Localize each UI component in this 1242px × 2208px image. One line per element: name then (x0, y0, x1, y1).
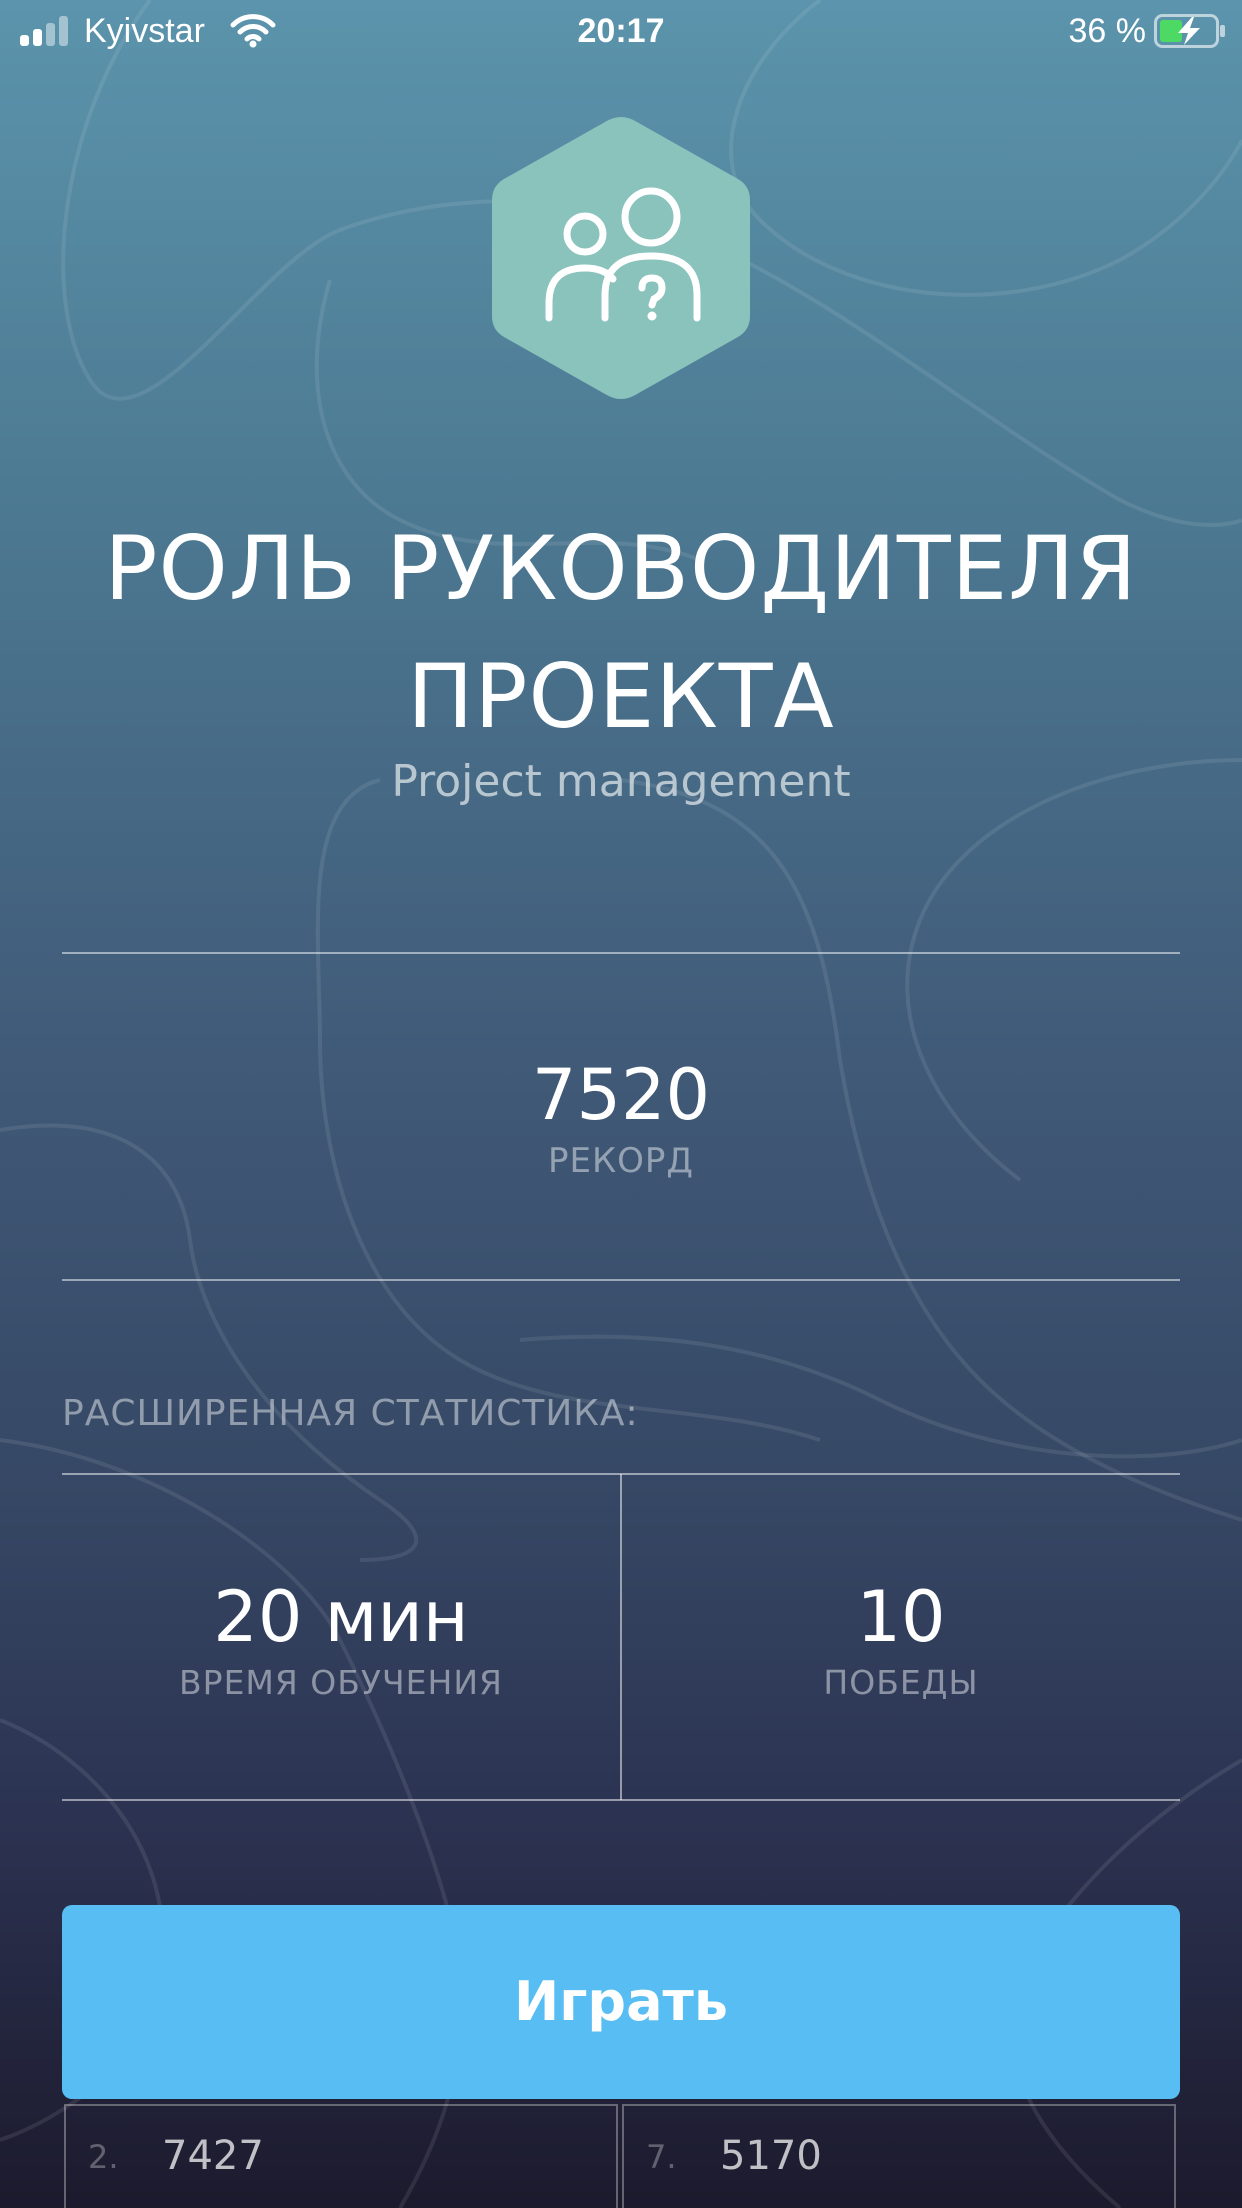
training-time-label: ВРЕМЯ ОБУЧЕНИЯ (179, 1663, 503, 1702)
page-title: РОЛЬ РУКОВОДИТЕЛЯ ПРОЕКТА (40, 505, 1202, 761)
wins-label: ПОБЕДЫ (823, 1663, 979, 1702)
record-value: 7520 (531, 1054, 711, 1136)
status-bar: Kyivstar 20:17 36 % (0, 0, 1242, 62)
status-time: 20:17 (577, 12, 665, 50)
leaderboard-rank: 2. (88, 2138, 119, 2176)
divider (62, 1279, 1180, 1281)
people-question-icon (492, 117, 750, 399)
play-button[interactable]: Играть (62, 1905, 1180, 2099)
record-label: РЕКОРД (548, 1141, 694, 1181)
battery-percentage: 36 % (1068, 12, 1147, 50)
leaderboard-score: 7427 (162, 2133, 264, 2179)
battery-charging-icon (1154, 14, 1225, 48)
page-subtitle: Project management (391, 756, 851, 807)
leaderboard-rank: 7. (646, 2138, 677, 2176)
leaderboard-score: 5170 (720, 2133, 822, 2179)
course-details-screen: Kyivstar 20:17 36 % РОЛЬ РУКОВОДИТЕЛЯ ПР… (0, 0, 1242, 2208)
leaderboard-item: 7. 5170 (622, 2104, 1176, 2208)
title-line-2: ПРОЕКТА (407, 645, 835, 748)
leaderboard-item: 2. 7427 (64, 2104, 618, 2208)
divider (62, 952, 1180, 954)
training-time-value: 20 мин (213, 1576, 469, 1658)
title-line-1: РОЛЬ РУКОВОДИТЕЛЯ (104, 517, 1138, 620)
divider (62, 1799, 1180, 1801)
extended-stats-heading: РАСШИРЕННАЯ СТАТИСТИКА: (62, 1393, 639, 1434)
wins-value: 10 (856, 1576, 946, 1658)
